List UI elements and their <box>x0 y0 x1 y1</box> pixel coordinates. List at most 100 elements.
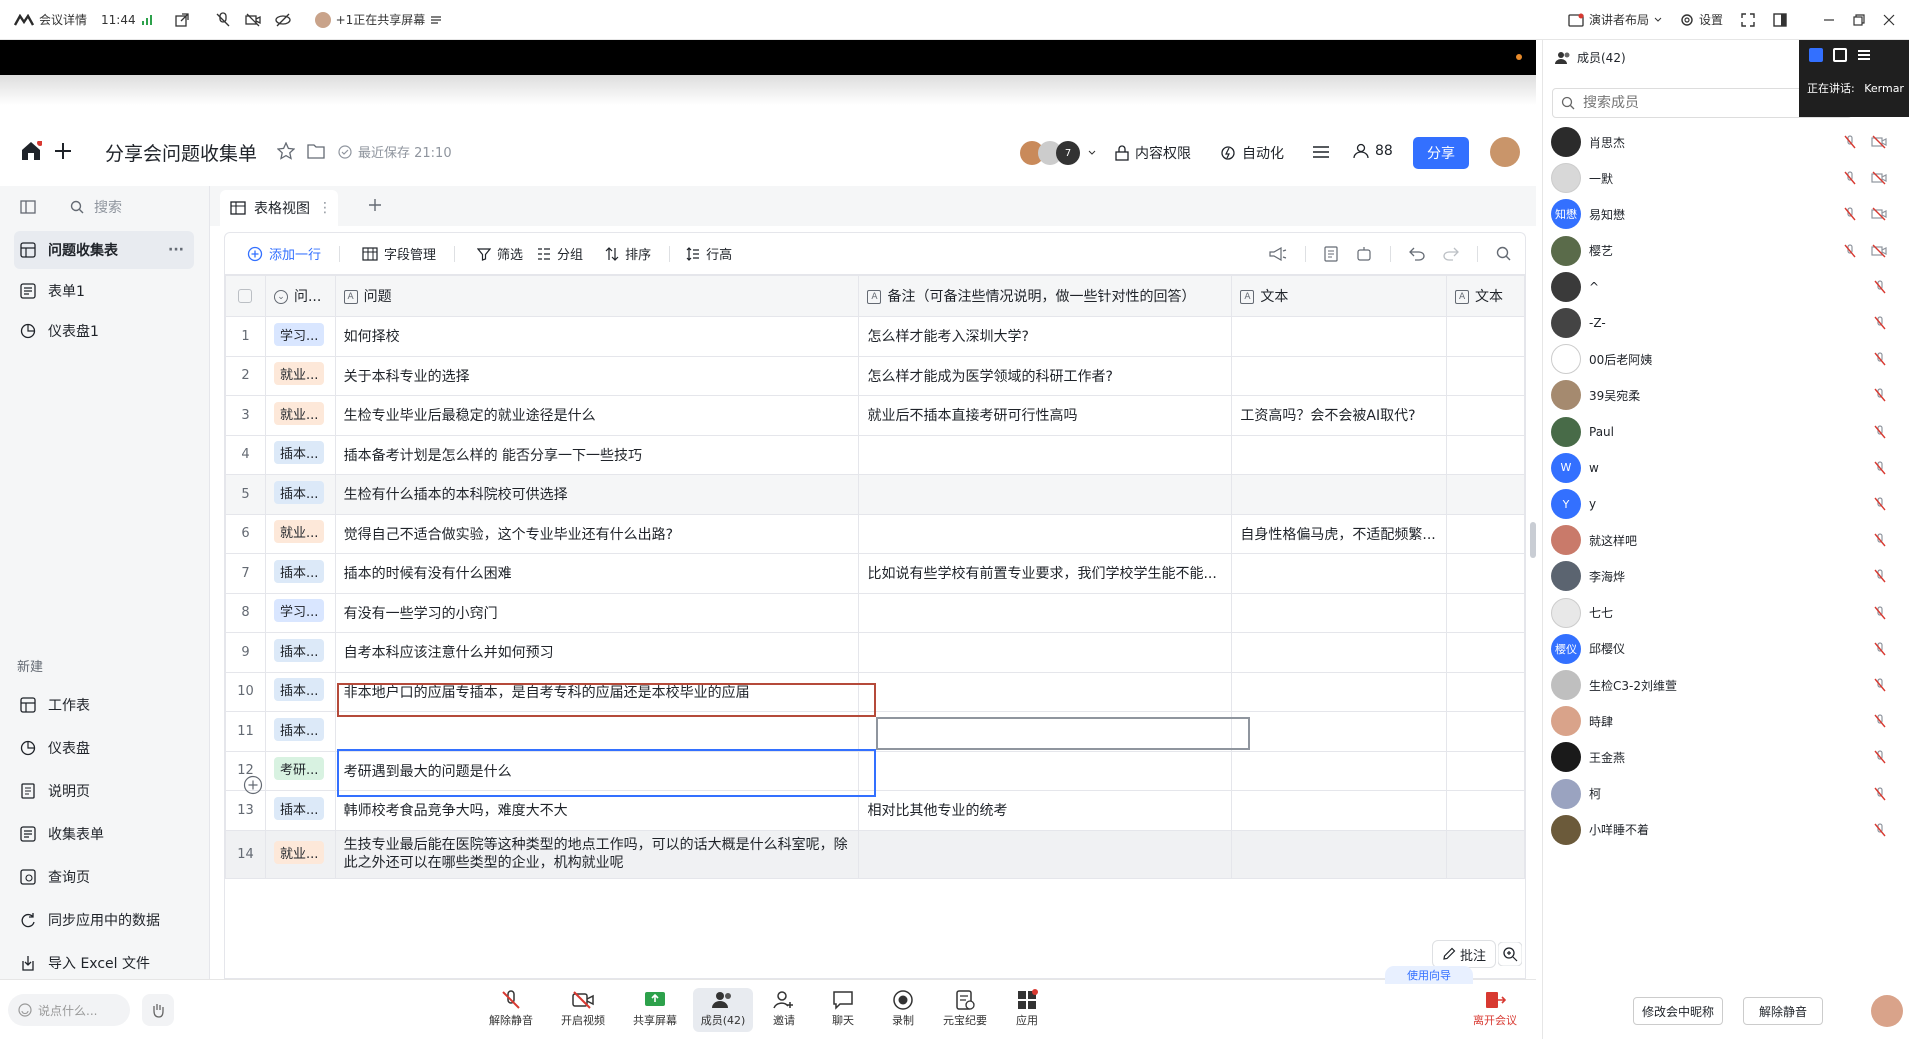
window-view-icon[interactable] <box>1833 48 1847 62</box>
text-cell[interactable]: 自身性格偏马虎，不适配频繁... <box>1231 513 1448 554</box>
fullscreen-icon[interactable] <box>1741 12 1755 27</box>
member-search-input[interactable] <box>1583 95 1813 111</box>
add-row-icon[interactable] <box>243 775 263 795</box>
popout-icon[interactable] <box>174 12 189 27</box>
text-cell-2[interactable] <box>1446 355 1525 396</box>
category-cell[interactable]: 就业... <box>264 829 336 879</box>
category-cell[interactable]: 插本... <box>264 671 336 712</box>
note-cell[interactable] <box>858 592 1233 633</box>
text-cell[interactable] <box>1231 632 1448 673</box>
member-row[interactable]: 樱艺 <box>1551 233 1901 269</box>
text-cell[interactable] <box>1231 316 1448 357</box>
add-view-icon[interactable] <box>368 198 382 212</box>
member-row[interactable]: 肖思杰 <box>1551 124 1901 160</box>
category-cell[interactable]: 插本... <box>264 434 336 475</box>
apps-button[interactable]: 应用 <box>997 988 1057 1028</box>
new-query-page[interactable]: 查询页 <box>14 858 194 896</box>
member-row[interactable]: -Z- <box>1551 305 1901 341</box>
question-cell[interactable] <box>334 711 860 752</box>
leave-button[interactable]: 离开会议 <box>1465 988 1525 1028</box>
question-cell[interactable]: 生检有什么插本的本科院校可供选择 <box>334 474 860 515</box>
filter-button[interactable]: 筛选 <box>477 244 523 263</box>
collaborator-avatars[interactable]: 7 <box>1020 141 1096 165</box>
sidebar-toggle-icon[interactable] <box>1773 12 1787 27</box>
table-row[interactable]: 8 学习... 有没有一些学习的小窍门 <box>225 592 1525 633</box>
note-cell[interactable] <box>858 434 1233 475</box>
member-row[interactable]: 小咩睡不着 <box>1551 812 1901 848</box>
note-cell[interactable]: 怎么样才能考入深圳大学? <box>858 316 1233 357</box>
member-row[interactable]: Paul <box>1551 414 1901 450</box>
table-row[interactable]: 13 插本... 韩师校考食品竞争大吗，难度大不大 相对比其他专业的统考 <box>225 790 1525 831</box>
table-row[interactable]: 14 就业... 生技专业最后能在医院等这种类型的地点工作吗，可以的话大概是什么科室… <box>225 829 1525 879</box>
category-cell[interactable]: 学习... <box>264 592 336 633</box>
record-button[interactable]: 录制 <box>873 988 933 1028</box>
raise-hand-icon[interactable] <box>142 994 174 1026</box>
question-cell[interactable]: 如何择校 <box>334 316 860 357</box>
table-row[interactable]: 6 就业... 觉得自己不适合做实验，这个专业毕业还有什么出路? 自身性格偏马虎，不适… <box>225 513 1525 554</box>
note-cell[interactable] <box>858 632 1233 673</box>
row-height-button[interactable]: 行高 <box>686 244 732 263</box>
question-cell[interactable]: 生技专业最后能在医院等这种类型的地点工作吗，可以的话大概是什么科室呢，除此之外还… <box>334 829 860 879</box>
table-row[interactable]: 4 插本... 插本备考计划是怎么样的 能否分享一下一些技巧 <box>225 434 1525 475</box>
sidebar-search[interactable]: 搜索 <box>70 197 122 217</box>
share-button[interactable]: 分享 <box>1413 137 1469 169</box>
note-cell[interactable] <box>858 829 1233 879</box>
member-row[interactable]: 時肆 <box>1551 703 1901 739</box>
question-cell[interactable]: 插本的时候有没有什么困难 <box>334 553 860 594</box>
category-cell[interactable]: 插本... <box>264 790 336 831</box>
members-button[interactable]: 成员(42) <box>693 988 753 1032</box>
search-icon[interactable] <box>1496 246 1511 261</box>
table-row[interactable]: 9 插本... 自考本科应该注意什么并如何预习 <box>225 632 1525 673</box>
text-cell-2[interactable] <box>1446 395 1525 436</box>
close-icon[interactable] <box>1883 14 1895 26</box>
text-cell[interactable] <box>1231 474 1448 515</box>
category-cell[interactable]: 插本... <box>264 632 336 673</box>
question-cell[interactable]: 觉得自己不适合做实验，这个专业毕业还有什么出路? <box>334 513 860 554</box>
sync-app-data[interactable]: 同步应用中的数据 <box>14 901 194 939</box>
content-permission-button[interactable]: 内容权限 <box>1115 143 1191 163</box>
note-cell[interactable] <box>858 750 1233 791</box>
sidebar-item-dashboard1[interactable]: 仪表盘1 <box>14 312 194 350</box>
question-cell[interactable]: 插本备考计划是怎么样的 能否分享一下一些技巧 <box>334 434 860 475</box>
note-cell[interactable] <box>858 513 1233 554</box>
category-cell[interactable]: 插本... <box>264 474 336 515</box>
question-cell[interactable]: 关于本科专业的选择 <box>334 355 860 396</box>
note-cell[interactable] <box>858 711 1233 752</box>
text-cell-2[interactable] <box>1446 434 1525 475</box>
text-cell-2[interactable] <box>1446 750 1525 791</box>
annotate-button[interactable]: 批注 <box>1432 940 1496 968</box>
note-cell[interactable] <box>858 671 1233 712</box>
table-row[interactable]: 11 插本... <box>225 711 1525 752</box>
column-header-text[interactable]: A 文本 <box>1231 275 1448 317</box>
text-cell-2[interactable] <box>1446 829 1525 879</box>
start-video-button[interactable]: 开启视频 <box>553 988 613 1028</box>
sort-button[interactable]: 排序 <box>605 244 651 263</box>
member-row[interactable]: 00后老阿姨 <box>1551 341 1901 377</box>
column-header-text-2[interactable]: A 文本 <box>1446 275 1525 317</box>
member-row[interactable]: 王金燕 <box>1551 739 1901 775</box>
text-cell[interactable] <box>1231 711 1448 752</box>
text-cell[interactable] <box>1231 355 1448 396</box>
quick-chat-input[interactable]: 说点什么... <box>8 994 130 1026</box>
new-doc-page[interactable]: 说明页 <box>14 772 194 810</box>
column-header-note[interactable]: A 备注（可备注些情况说明，做一些针对性的回答） <box>858 275 1233 317</box>
text-cell-2[interactable] <box>1446 632 1525 673</box>
speaker-layout-button[interactable]: 演讲者布局 <box>1568 11 1662 28</box>
member-row[interactable]: Yy <box>1551 486 1901 522</box>
column-header-question[interactable]: A 问题 <box>334 275 860 317</box>
import-excel[interactable]: 导入 Excel 文件 <box>14 944 194 982</box>
text-cell[interactable] <box>1231 829 1448 879</box>
text-cell[interactable] <box>1231 790 1448 831</box>
text-cell[interactable]: 工资高吗？会不会被AI取代? <box>1231 395 1448 436</box>
automation-button[interactable]: 自动化 <box>1220 143 1284 163</box>
text-cell-2[interactable] <box>1446 474 1525 515</box>
sidebar-item-form1[interactable]: 表单1 <box>14 272 194 310</box>
member-row[interactable]: ^ <box>1551 269 1901 305</box>
chat-button[interactable]: 聊天 <box>813 988 873 1028</box>
question-cell[interactable]: 有没有一些学习的小窍门 <box>334 592 860 633</box>
unmute-button[interactable]: 解除静音 <box>481 988 541 1028</box>
note-cell[interactable]: 比如说有些学校有前置专业要求，我们学校学生能不能... <box>858 553 1233 594</box>
member-row[interactable]: 柯 <box>1551 776 1901 812</box>
select-all-checkbox[interactable] <box>225 275 266 317</box>
mic-muted-icon[interactable] <box>215 11 231 28</box>
